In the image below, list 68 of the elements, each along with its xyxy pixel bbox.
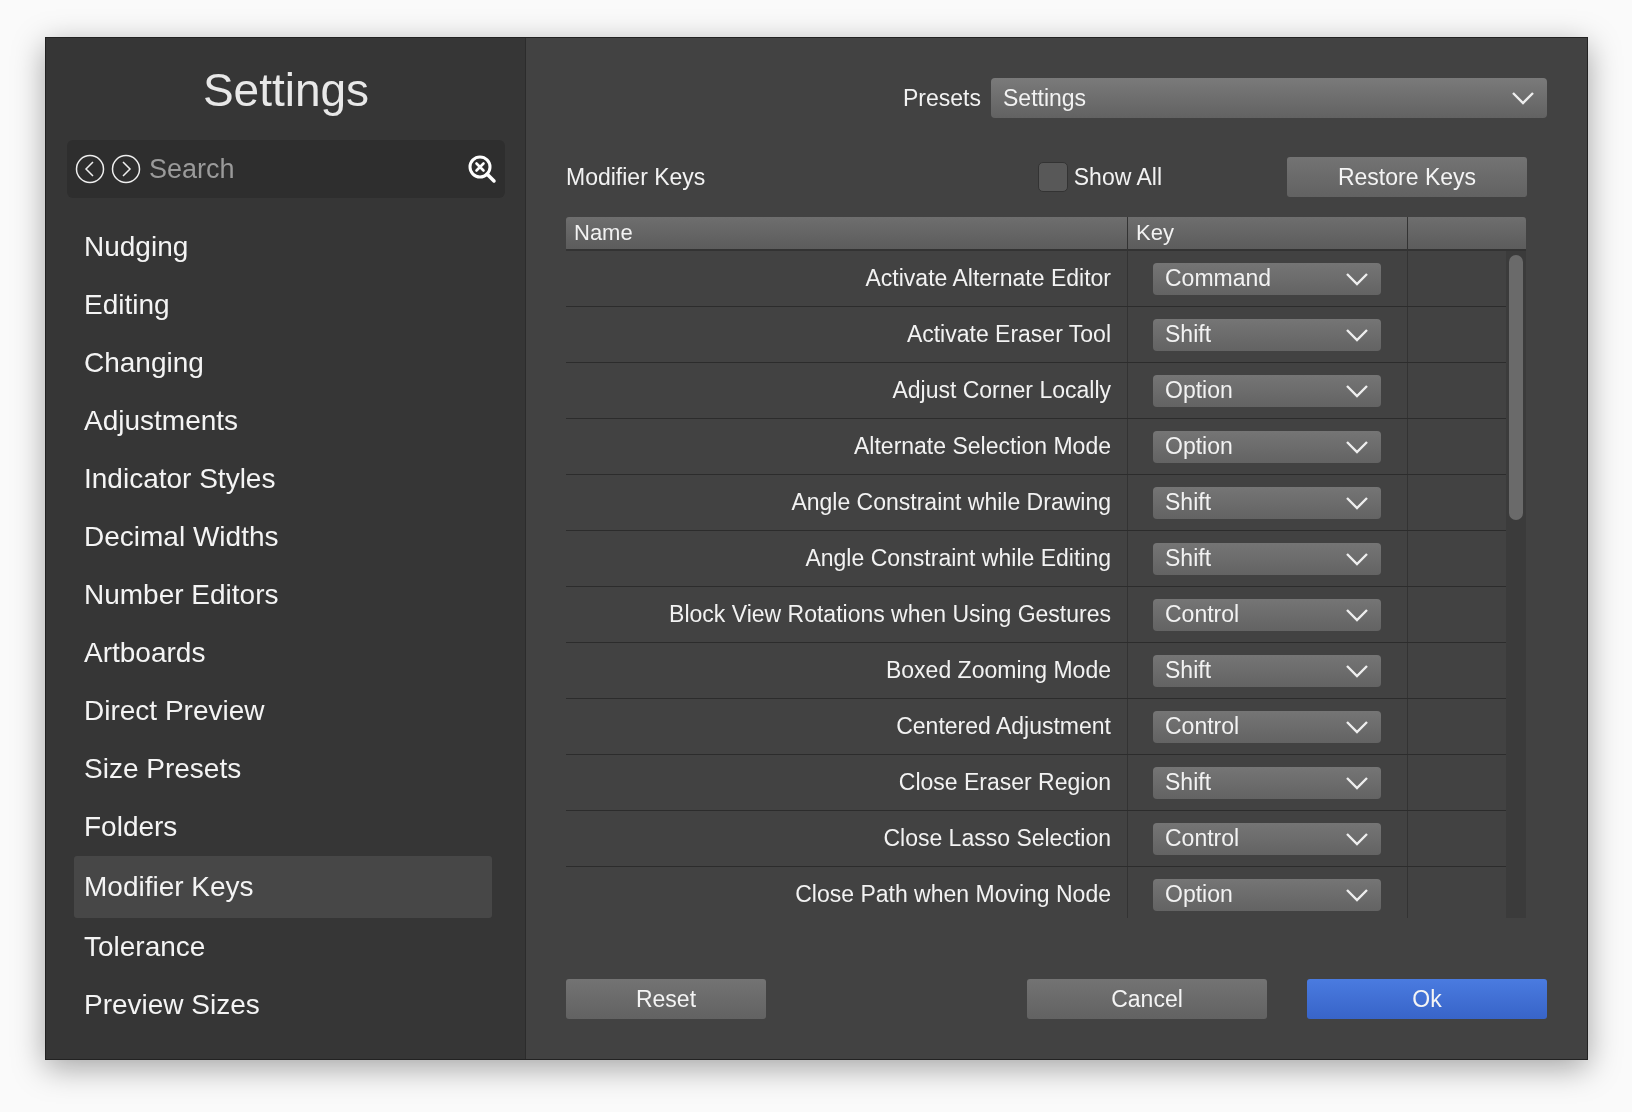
show-all-checkbox[interactable] (1037, 162, 1068, 192)
sidebar-item[interactable]: Number Editors (74, 566, 492, 624)
sidebar-item[interactable]: Tolerance (74, 918, 492, 976)
show-all-label: Show All (1073, 163, 1162, 191)
action-name: Centered Adjustment (896, 713, 1111, 740)
chevron-down-icon (1345, 551, 1369, 566)
sidebar-item[interactable]: Direct Preview (74, 682, 492, 740)
chevron-down-icon (1345, 719, 1369, 734)
chevron-down-icon (1345, 271, 1369, 286)
dialog-button[interactable]: Ok (1307, 979, 1547, 1019)
chevron-down-icon (1345, 887, 1369, 902)
action-name: Angle Constraint while Drawing (791, 489, 1111, 516)
sidebar-item[interactable]: Editing (74, 276, 492, 334)
chevron-down-icon (1345, 439, 1369, 454)
chevron-down-icon (1345, 607, 1369, 622)
action-name: Adjust Corner Locally (892, 377, 1111, 404)
sidebar-item[interactable]: Modifier Keys (74, 856, 492, 918)
presets-dropdown[interactable]: Settings (991, 78, 1547, 118)
chevron-down-icon (1345, 383, 1369, 398)
action-name: Angle Constraint while Editing (805, 545, 1111, 572)
key-dropdown[interactable]: Option (1153, 430, 1381, 463)
key-dropdown[interactable]: Option (1153, 878, 1381, 911)
sidebar-item[interactable]: Changing (74, 334, 492, 392)
action-name: Block View Rotations when Using Gestures (669, 601, 1111, 628)
sidebar-item[interactable]: Folders (74, 798, 492, 856)
key-dropdown[interactable]: Shift (1153, 542, 1381, 575)
chevron-down-icon (1345, 495, 1369, 510)
key-dropdown[interactable]: Control (1153, 710, 1381, 743)
action-name: Close Eraser Region (898, 769, 1111, 796)
back-icon[interactable] (75, 154, 105, 184)
action-name: Alternate Selection Mode (854, 433, 1111, 460)
key-dropdown[interactable]: Option (1153, 374, 1381, 407)
forward-icon[interactable] (111, 154, 141, 184)
chevron-down-icon (1345, 831, 1369, 846)
restore-keys-button[interactable]: Restore Keys (1287, 157, 1527, 197)
clear-search-icon[interactable] (467, 154, 497, 184)
dialog-button[interactable]: Cancel (1027, 979, 1267, 1019)
key-dropdown[interactable]: Shift (1153, 654, 1381, 687)
sidebar-item[interactable]: Nudging (74, 218, 492, 276)
section-title: Modifier Keys (566, 163, 707, 191)
search-field[interactable]: Search (67, 140, 505, 198)
key-dropdown[interactable]: Shift (1153, 318, 1381, 351)
chevron-down-icon (1345, 327, 1369, 342)
sidebar-item[interactable]: Size Presets (74, 740, 492, 798)
column-header[interactable]: Name (566, 217, 1128, 249)
key-dropdown[interactable]: Control (1153, 822, 1381, 855)
action-name: Close Path when Moving Node (795, 881, 1111, 908)
key-dropdown[interactable]: Control (1153, 598, 1381, 631)
key-dropdown[interactable]: Shift (1153, 486, 1381, 519)
sidebar-item[interactable]: Indicator Styles (74, 450, 492, 508)
action-name: Close Lasso Selection (883, 825, 1111, 852)
sidebar-title: Settings (201, 63, 371, 118)
action-name: Activate Alternate Editor (865, 265, 1111, 292)
sidebar-item[interactable]: Preview Sizes (74, 976, 492, 1034)
presets-label: Presets (903, 84, 981, 112)
key-dropdown[interactable]: Command (1153, 262, 1381, 295)
key-dropdown[interactable]: Shift (1153, 766, 1381, 799)
sidebar-item[interactable]: Decimal Widths (74, 508, 492, 566)
chevron-down-icon (1511, 91, 1535, 105)
action-name: Boxed Zooming Mode (886, 657, 1111, 684)
sidebar-item[interactable]: Artboards (74, 624, 492, 682)
scrollbar-thumb[interactable] (1509, 255, 1523, 520)
dialog-button[interactable]: Reset (566, 979, 766, 1019)
sidebar-item[interactable]: Adjustments (74, 392, 492, 450)
column-header[interactable]: Key (1128, 217, 1408, 249)
chevron-down-icon (1345, 663, 1369, 678)
chevron-down-icon (1345, 775, 1369, 790)
action-name: Activate Eraser Tool (906, 321, 1111, 348)
